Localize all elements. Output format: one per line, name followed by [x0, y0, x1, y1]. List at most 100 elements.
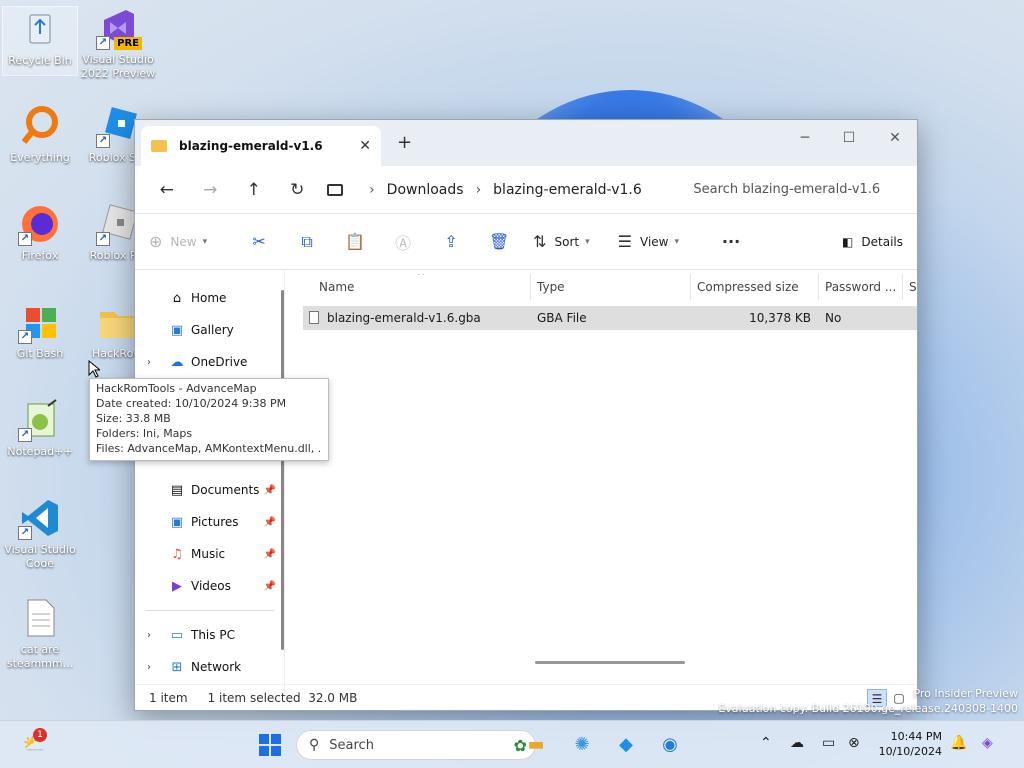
desktop-icon-everything[interactable]: Everything	[2, 104, 78, 165]
breadcrumb-current[interactable]: blazing-emerald-v1.6	[493, 182, 642, 198]
nav-item-network[interactable]: › ⊞ Network	[135, 651, 284, 683]
up-arrow-icon[interactable]: ↑	[232, 180, 276, 200]
app-taskbar-icon[interactable]: ✺	[568, 731, 596, 759]
desktop-icon-git-bash[interactable]: ↗ Git Bash	[2, 300, 78, 361]
new-tab-button[interactable]: +	[397, 132, 412, 153]
pictures-icon: ▣	[170, 514, 184, 530]
share-icon[interactable]: ⇪	[427, 232, 475, 251]
file-explorer-taskbar-icon[interactable]: ▬	[522, 731, 550, 759]
network-status-icon[interactable]: ⊗	[848, 735, 860, 751]
chevron-down-icon: ▾	[585, 236, 590, 247]
details-pane-button[interactable]: ◧ Details	[842, 235, 903, 249]
display-icon[interactable]: ▭	[822, 735, 835, 751]
edge-taskbar-icon[interactable]: ◉	[656, 731, 684, 759]
shortcut-arrow-icon: ↗	[96, 232, 110, 246]
desktop-icon-notepad-plus-plus[interactable]: ↗ Notepad++	[2, 398, 78, 459]
column-headers: Name ^ Type Compressed size Password ...…	[285, 274, 917, 300]
nav-item-this-pc[interactable]: › ▭ This PC	[135, 619, 284, 651]
sort-label: Sort	[554, 234, 580, 249]
nav-label: Network	[191, 660, 242, 674]
clock[interactable]: 10:44 PM 10/10/2024	[878, 729, 942, 759]
command-bar: ⊕ New ▾ ✂ ⧉ 📋 Ⓐ ⇪ 🗑 ⇅ Sort ▾ ☰ View ▾ ··…	[135, 214, 917, 270]
horizontal-scrollbar[interactable]	[535, 661, 685, 664]
music-icon: ♫	[171, 546, 183, 562]
delete-icon[interactable]: 🗑	[475, 232, 523, 251]
nav-item-pictures[interactable]: ▣ Pictures 📌	[135, 506, 284, 538]
nav-item-music[interactable]: ♫ Music 📌	[135, 538, 284, 570]
plus-circle-icon: ⊕	[149, 232, 163, 251]
breadcrumb-downloads[interactable]: Downloads	[387, 182, 464, 198]
column-header-type[interactable]: Type	[531, 274, 691, 300]
sort-button[interactable]: ⇅ Sort ▾	[533, 232, 590, 251]
rename-icon[interactable]: Ⓐ	[379, 230, 427, 254]
shortcut-arrow-icon: ↗	[96, 36, 110, 50]
forward-arrow-icon[interactable]: →	[189, 180, 233, 200]
table-row[interactable]: blazing-emerald-v1.6.gba GBA File 10,378…	[303, 306, 917, 330]
desktop-icon-label: Notepad++	[7, 445, 73, 458]
search-icon: ⚲	[309, 737, 320, 753]
more-options-icon[interactable]: ···	[707, 232, 755, 251]
file-type-cell: GBA File	[537, 311, 587, 325]
nav-item-gallery[interactable]: ▣ Gallery	[135, 314, 284, 346]
desktop-icon-text-file[interactable]: cat are steammm...	[2, 596, 78, 671]
mouse-cursor-icon	[88, 360, 100, 378]
taskbar-search[interactable]: ⚲ Search ✿	[296, 730, 536, 760]
address-bar[interactable]: › Downloads › blazing-emerald-v1.6	[323, 174, 649, 206]
cut-icon[interactable]: ✂	[235, 232, 283, 251]
view-icon: ☰	[617, 232, 633, 251]
chevron-right-icon[interactable]: ›	[369, 182, 375, 198]
nav-item-home[interactable]: ⌂ Home	[135, 282, 284, 314]
column-header-name[interactable]: Name ^	[285, 274, 531, 300]
close-window-button[interactable]: ✕	[873, 124, 917, 152]
desktop-icon-firefox[interactable]: ↗ Firefox	[2, 202, 78, 263]
copilot-icon[interactable]: ◈	[982, 735, 993, 751]
new-button[interactable]: ⊕ New ▾	[149, 232, 207, 251]
title-bar[interactable]: blazing-emerald-v1.6 ✕ + ─ ☐ ✕	[135, 120, 917, 166]
chevron-right-icon[interactable]: ›	[147, 630, 151, 641]
nav-label: Home	[191, 291, 227, 305]
file-list[interactable]: Name ^ Type Compressed size Password ...…	[284, 270, 917, 694]
roblox-studio-taskbar-icon[interactable]: ◆	[612, 731, 640, 759]
desktop-icon-recycle-bin[interactable]: Recycle Bin	[2, 6, 78, 76]
tab-blazing-emerald[interactable]: blazing-emerald-v1.6 ✕	[141, 126, 381, 166]
nav-item-videos[interactable]: ▶ Videos 📌	[135, 570, 284, 602]
item-count: 1 item	[149, 690, 188, 705]
copy-icon[interactable]: ⧉	[283, 232, 331, 252]
cloud-sync-icon[interactable]: ☁	[790, 735, 804, 751]
view-button[interactable]: ☰ View ▾	[618, 232, 679, 251]
column-header-compressed-size[interactable]: Compressed size	[691, 274, 819, 300]
nav-item-onedrive[interactable]: › ☁ OneDrive	[135, 346, 284, 378]
chevron-up-icon[interactable]: ⌃	[760, 735, 772, 751]
watermark-line2: Evaluation copy. Build 26100.ge_release.…	[718, 702, 1018, 715]
notification-bell-icon[interactable]: 🔔	[950, 735, 967, 751]
chevron-right-icon[interactable]: ›	[147, 662, 151, 673]
close-tab-icon[interactable]: ✕	[359, 138, 371, 154]
chevron-right-icon[interactable]: ›	[476, 182, 482, 198]
desktop-icon-label: Git Bash	[16, 347, 64, 360]
desktop-icon-visual-studio-preview[interactable]: PRE ↗ Visual Studio 2022 Preview	[80, 6, 156, 81]
nav-label: Documents	[191, 483, 260, 497]
paste-icon[interactable]: 📋	[331, 232, 379, 251]
tab-title: blazing-emerald-v1.6	[179, 139, 323, 153]
documents-icon: ▤	[170, 482, 184, 498]
details-pane-icon: ◧	[842, 234, 854, 249]
desktop-icon-vscode[interactable]: ↗ Visual Studio Code	[2, 496, 78, 571]
nav-label: Music	[191, 547, 226, 561]
minimize-button[interactable]: ─	[783, 124, 827, 152]
start-button[interactable]	[256, 731, 284, 759]
magnifier-icon	[18, 104, 62, 148]
nav-label: Pictures	[191, 515, 239, 529]
back-arrow-icon[interactable]: ←	[145, 180, 189, 200]
nav-item-documents[interactable]: ▤ Documents 📌	[135, 474, 284, 506]
home-icon: ⌂	[172, 290, 182, 306]
chevron-right-icon[interactable]: ›	[147, 357, 151, 368]
search-input[interactable]: Search blazing-emerald-v1.6	[679, 173, 908, 206]
refresh-icon[interactable]: ↻	[276, 180, 320, 200]
column-header-password[interactable]: Password ...	[819, 274, 903, 300]
column-header-size[interactable]: Si	[903, 274, 917, 300]
navigation-pane[interactable]: ⌂ Home ▣ Gallery › ☁ OneDrive ▤ Document…	[135, 270, 284, 694]
pin-icon: 📌	[263, 516, 276, 528]
maximize-button[interactable]: ☐	[827, 124, 871, 152]
desktop-icon-label: Visual Studio 2022 Preview	[80, 53, 156, 80]
vscode-icon: ↗	[18, 496, 62, 540]
